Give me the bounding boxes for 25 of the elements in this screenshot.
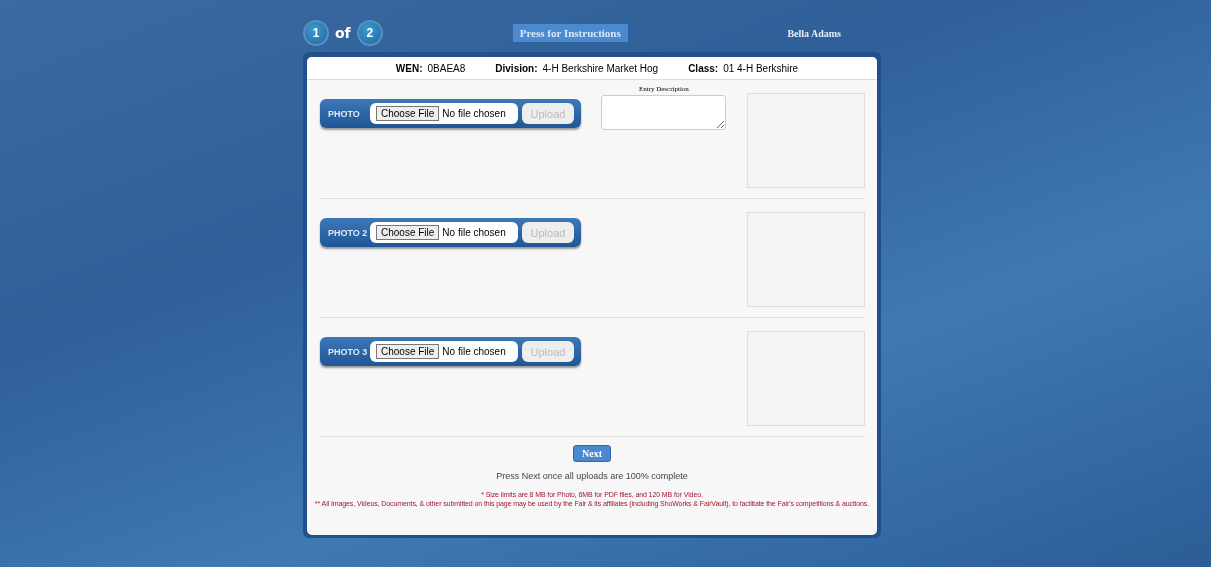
user-name: Bella Adams bbox=[787, 27, 841, 39]
upload-label: PHOTO 2 bbox=[328, 227, 369, 238]
upload-label: PHOTO bbox=[328, 108, 361, 119]
description-field[interactable] bbox=[601, 95, 727, 130]
upload-label: PHOTO 3 bbox=[328, 346, 369, 357]
choose-file-button[interactable]: Choose File bbox=[376, 344, 440, 359]
next-hint: Press Next once all uploads are 100% complete bbox=[496, 471, 688, 481]
file-status: No file chosen bbox=[442, 227, 506, 238]
file-input[interactable]: Choose File No file chosen bbox=[370, 103, 518, 124]
info-value: 01 4-H Berkshire bbox=[723, 62, 799, 74]
file-status: No file chosen bbox=[442, 108, 506, 119]
info-value: 4-H Berkshire Market Hog bbox=[542, 62, 659, 74]
step-indicator: 1 bbox=[303, 20, 329, 46]
step-separator: of bbox=[335, 25, 351, 41]
step-indicator: 2 bbox=[356, 20, 383, 46]
next-button[interactable]: Next bbox=[573, 445, 611, 462]
file-status: No file chosen bbox=[442, 346, 506, 357]
choose-file-button[interactable]: Choose File bbox=[376, 225, 440, 240]
info-value: 0BAEA8 bbox=[427, 62, 466, 74]
choose-file-button[interactable]: Choose File bbox=[376, 106, 440, 121]
info-label: WEN: bbox=[395, 62, 423, 74]
info-label: Division: bbox=[495, 62, 538, 74]
file-input[interactable]: Choose File No file chosen bbox=[370, 222, 518, 243]
file-input[interactable]: Choose File No file chosen bbox=[370, 341, 518, 362]
info-label: Class: bbox=[688, 62, 719, 74]
